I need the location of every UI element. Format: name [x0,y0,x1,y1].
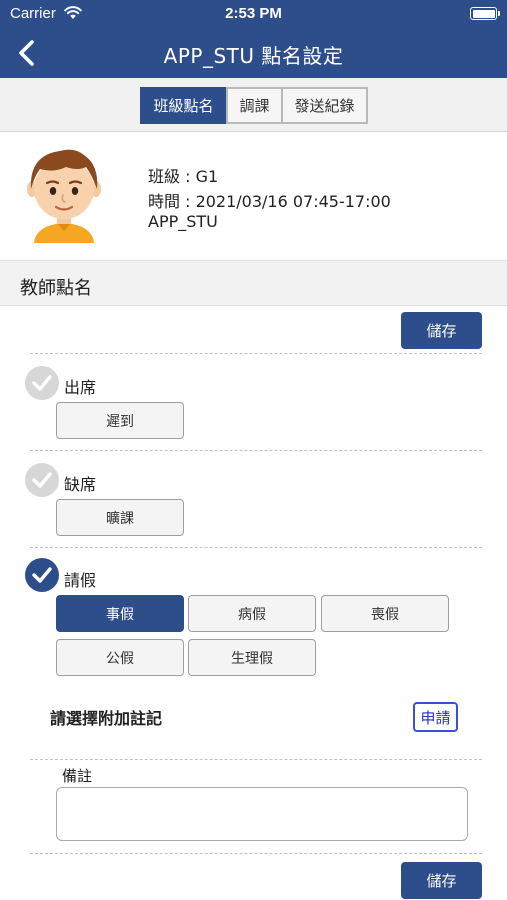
status-bar: Carrier 2:53 PM [0,0,507,28]
time-info: 時間 : 2021/03/16 07:45-17:00 [148,192,391,211]
present-label: 出席 [64,378,97,397]
tab-bar: 班級點名 調課 發送紀錄 [0,78,507,132]
save-button-bottom[interactable]: 儲存 [401,862,482,899]
sick-leave-button[interactable]: 病假 [188,595,316,632]
divider [30,450,482,451]
save-button-top[interactable]: 儲存 [401,312,482,349]
student-name: APP_STU [148,212,218,231]
class-info: 班級 : G1 [148,167,219,186]
clock-label: 2:53 PM [225,5,282,22]
tab-class-roll-call[interactable]: 班級點名 [140,87,227,124]
divider [30,759,482,760]
absent-checkbox[interactable] [25,463,59,497]
apply-button[interactable]: 申請 [413,702,458,732]
official-leave-button[interactable]: 公假 [56,639,184,676]
present-checkbox[interactable] [25,366,59,400]
section-title: 教師點名 [20,278,92,299]
divider [30,853,482,854]
truancy-option-button[interactable]: 曠課 [56,499,184,536]
battery-icon [470,7,500,20]
checkmark-icon [32,375,52,391]
menstrual-leave-button[interactable]: 生理假 [188,639,316,676]
bereavement-leave-button[interactable]: 喪假 [321,595,449,632]
divider [30,353,482,354]
checkmark-icon [32,567,52,583]
checkmark-icon [32,472,52,488]
leave-checkbox[interactable] [25,558,59,592]
personal-leave-button[interactable]: 事假 [56,595,184,632]
late-option-button[interactable]: 遲到 [56,402,184,439]
tab-send-records[interactable]: 發送紀錄 [281,87,368,124]
divider [30,547,482,548]
tab-reschedule[interactable]: 調課 [226,87,283,124]
student-avatar-icon [27,149,101,243]
page-title: APP_STU 點名設定 [163,44,344,68]
leave-label: 請假 [64,571,97,590]
absent-label: 缺席 [64,475,97,494]
nav-bar: APP_STU 點名設定 [0,28,507,78]
remark-field[interactable] [56,787,468,841]
note-label: 請選擇附加註記 [50,709,163,728]
remark-label: 備註 [62,767,93,785]
section-header: 教師點名 [0,260,507,306]
